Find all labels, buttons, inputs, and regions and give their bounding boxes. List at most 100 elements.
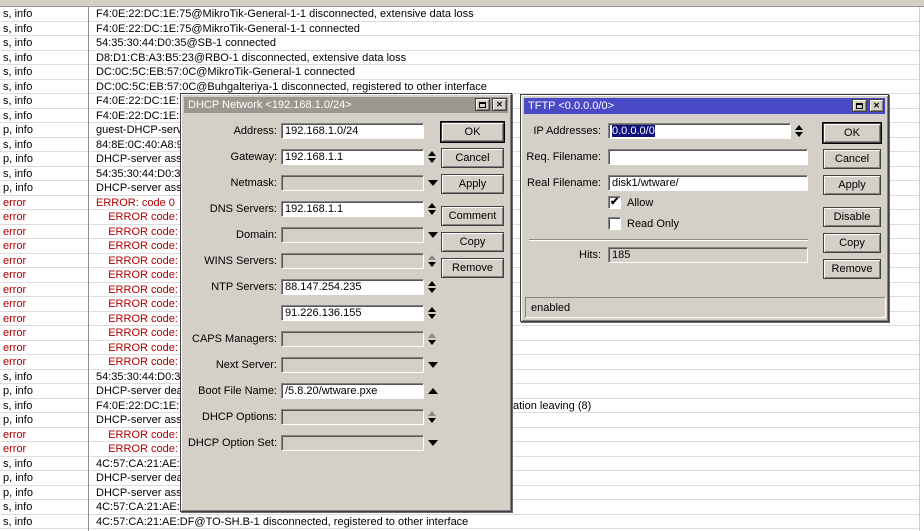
log-topics-cell: s, info <box>0 8 88 21</box>
log-topics-cell: p, info <box>0 182 88 195</box>
field-input[interactable] <box>281 409 424 425</box>
log-topics-cell: error <box>0 240 88 253</box>
remove-button[interactable]: Remove <box>441 258 504 278</box>
field-spinner[interactable] <box>428 305 436 321</box>
field-input[interactable]: /5.8.20/wtware.pxe <box>281 383 424 399</box>
down-arrow-icon <box>428 362 438 368</box>
titlebar-buttons <box>852 99 884 112</box>
cancel-button[interactable]: Cancel <box>441 148 504 168</box>
maximize-button[interactable] <box>852 99 867 112</box>
field-spinner[interactable] <box>428 409 436 425</box>
cancel-button[interactable]: Cancel <box>823 149 881 169</box>
field-spinner[interactable] <box>795 123 803 139</box>
hits-label: Hits: <box>521 249 601 261</box>
down-arrow-icon <box>428 180 438 186</box>
dhcp-button-column: OK Cancel Apply Comment Copy Remove <box>441 122 504 278</box>
log-column-separator <box>88 7 89 531</box>
copy-button[interactable]: Copy <box>441 232 504 252</box>
read-only-checkbox[interactable]: Read Only <box>608 217 679 230</box>
log-row[interactable]: s, info DC:0C:5C:EB:57:0C@Buhgalteriya-1… <box>0 80 919 95</box>
field-spinner[interactable] <box>428 227 438 243</box>
field-spinner[interactable] <box>428 149 436 165</box>
ok-button[interactable]: OK <box>823 123 881 143</box>
field-label: NTP Servers: <box>181 281 277 293</box>
field-input[interactable] <box>281 331 424 347</box>
field-input[interactable]: 192.168.1.1 <box>281 149 424 165</box>
apply-button[interactable]: Apply <box>441 174 504 194</box>
ok-button[interactable]: OK <box>441 122 504 142</box>
window-titlebar[interactable]: DHCP Network <192.168.1.0/24> <box>184 97 508 113</box>
field-spinner[interactable] <box>428 357 438 373</box>
field-input[interactable]: 91.226.136.155 <box>281 305 424 321</box>
field-spinner[interactable] <box>428 435 438 451</box>
apply-button[interactable]: Apply <box>823 175 881 195</box>
log-row[interactable]: s, info DC:0C:5C:EB:57:0C@MikroTik-Gener… <box>0 65 919 80</box>
remove-button[interactable]: Remove <box>823 259 881 279</box>
field-input[interactable]: 192.168.1.0/24 <box>281 123 424 139</box>
down-arrow-icon <box>428 158 436 163</box>
down-arrow-icon <box>428 232 438 238</box>
window-title: DHCP Network <192.168.1.0/24> <box>188 99 352 111</box>
field-spinner[interactable] <box>428 383 438 399</box>
disable-button[interactable]: Disable <box>823 207 881 227</box>
log-message-cell: ERROR code: <box>88 342 178 355</box>
log-topics-cell: p, info <box>0 487 88 500</box>
field-spinner[interactable] <box>428 201 436 217</box>
checkbox-box[interactable] <box>608 217 621 230</box>
up-arrow-icon <box>795 125 803 130</box>
log-row[interactable]: s, info F4:0E:22:DC:1E:75@MikroTik-Gener… <box>0 7 919 22</box>
close-icon <box>873 102 880 110</box>
checkbox-box[interactable] <box>608 196 621 209</box>
log-row[interactable]: s, info 54:35:30:44:D0:35@SB-1 connected <box>0 36 919 51</box>
field-input[interactable]: 88.147.254.235 <box>281 279 424 295</box>
close-button[interactable] <box>492 98 507 111</box>
log-message-cell: DHCP-server ass <box>88 487 182 500</box>
window-titlebar[interactable]: TFTP <0.0.0.0/0> <box>524 98 885 114</box>
field-input[interactable]: disk1/wtware/ <box>608 175 808 191</box>
field-spinner[interactable] <box>428 253 436 269</box>
log-message-cell: DHCP-server dea <box>88 385 183 398</box>
winbox-screen: s, info F4:0E:22:DC:1E:75@MikroTik-Gener… <box>0 0 924 531</box>
allow-checkbox[interactable]: Allow <box>608 196 679 209</box>
field-label: Gateway: <box>181 151 277 163</box>
maximize-button[interactable] <box>475 98 490 111</box>
log-message-cell: 54:35:30:44:D0:3 <box>88 371 180 384</box>
ntp-servers-field: NTP Servers: 88.147.254.235 <box>181 279 511 295</box>
tftp-window: TFTP <0.0.0.0/0> IP Addresses: 0.0.0.0/0 <box>520 94 889 322</box>
up-arrow-icon <box>428 281 436 286</box>
field-spinner[interactable] <box>428 279 436 295</box>
log-row[interactable]: s, info F4:0E:22:DC:1E:75@MikroTik-Gener… <box>0 22 919 37</box>
field-input[interactable] <box>281 435 424 451</box>
log-message-cell: 4C:57:CA:21:AE: <box>88 501 180 514</box>
close-button[interactable] <box>869 99 884 112</box>
ntp-servers-field-2: 91.226.136.155 <box>181 305 511 321</box>
field-input[interactable] <box>281 175 424 191</box>
log-topics-cell: p, info <box>0 385 88 398</box>
log-message-cell: 4C:57:CA:21:AE: <box>88 458 180 471</box>
checkbox-label: Allow <box>627 197 653 209</box>
log-row[interactable]: s, info D8:D1:CB:A3:B5:23@RBO-1 disconne… <box>0 51 919 66</box>
log-topics-cell: s, info <box>0 400 88 413</box>
log-topics-cell: error <box>0 313 88 326</box>
field-input[interactable] <box>281 227 424 243</box>
field-input[interactable]: 192.168.1.1 <box>281 201 424 217</box>
log-row[interactable]: s, info 4C:57:CA:21:AE:DF@TO-SH.B-1 disc… <box>0 515 919 530</box>
field-label: Boot File Name: <box>181 385 277 397</box>
field-spinner[interactable] <box>428 331 436 347</box>
up-arrow-icon <box>428 151 436 156</box>
copy-button[interactable]: Copy <box>823 233 881 253</box>
log-topics-cell: error <box>0 269 88 282</box>
boot-file-name-field: Boot File Name: /5.8.20/wtware.pxe <box>181 383 511 399</box>
log-topics-cell: s, info <box>0 52 88 65</box>
field-input[interactable]: 0.0.0.0/0 <box>608 123 791 139</box>
field-input[interactable] <box>281 357 424 373</box>
field-spinner[interactable] <box>428 175 438 191</box>
field-input[interactable] <box>608 149 808 165</box>
log-topics-cell: s, info <box>0 81 88 94</box>
up-arrow-icon <box>428 255 436 260</box>
up-arrow-icon <box>428 203 436 208</box>
field-input[interactable] <box>281 253 424 269</box>
log-message-cell: DHCP-server ass <box>88 153 182 166</box>
comment-button[interactable]: Comment <box>441 206 504 226</box>
log-topics-cell: p, info <box>0 153 88 166</box>
